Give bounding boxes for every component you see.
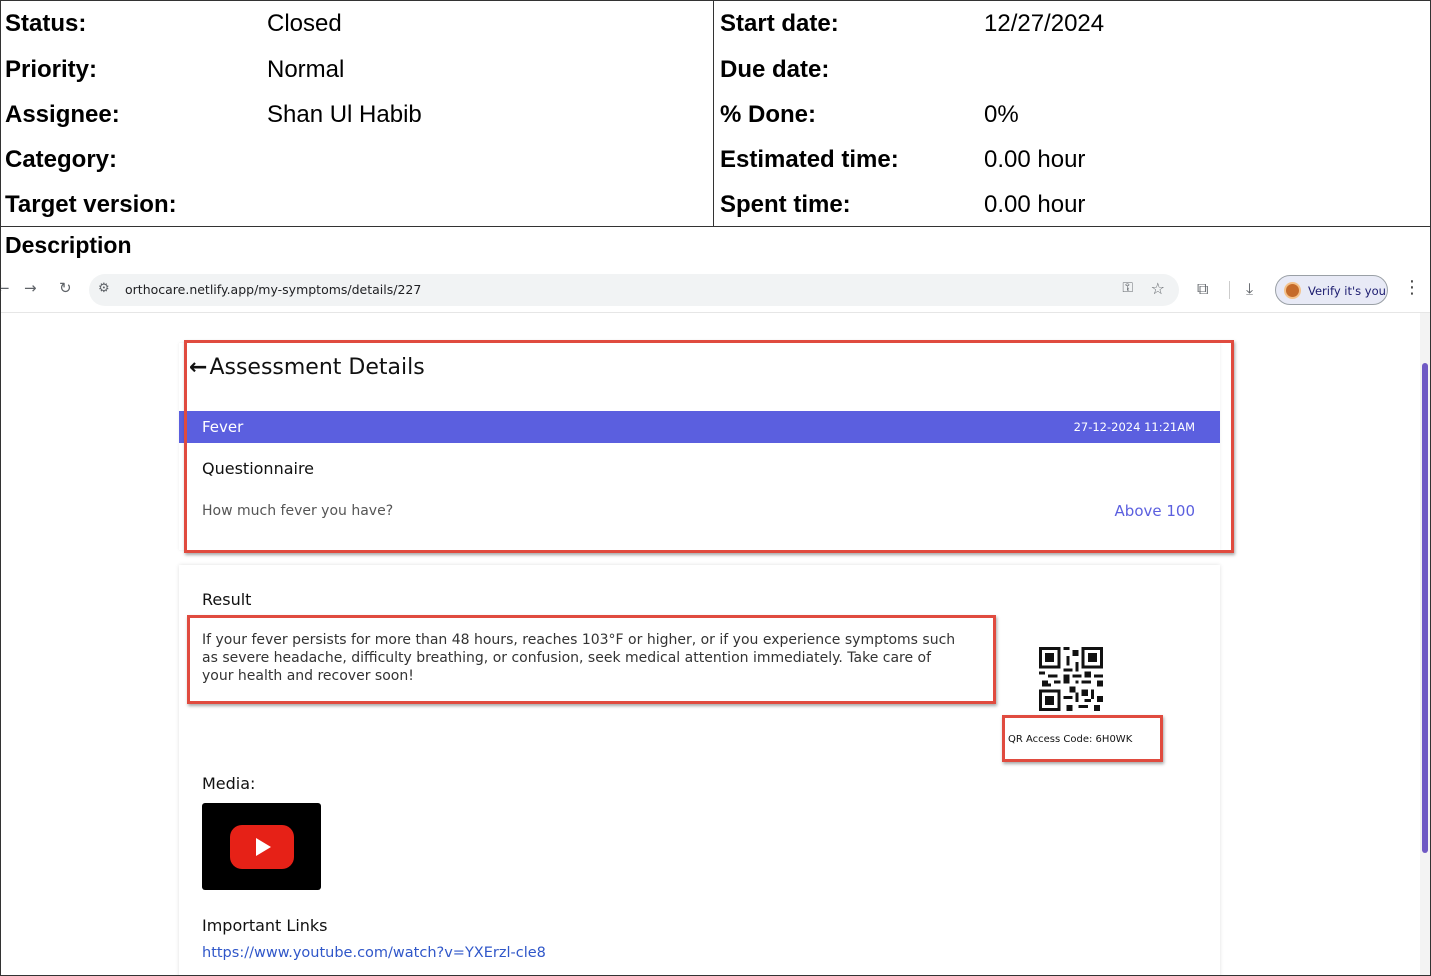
attr-label: Status: <box>5 10 87 37</box>
description-heading: Description <box>0 227 1431 267</box>
attr-row-estimated-time: Estimated time: 0.00 hour <box>714 137 1430 182</box>
attr-row-spent-time: Spent time: 0.00 hour <box>714 182 1430 227</box>
annotation-box-assessment <box>184 340 1234 553</box>
attr-label: Priority: <box>5 55 98 83</box>
media-title: Media: <box>202 774 256 793</box>
attr-label: Target version: <box>5 190 177 218</box>
browser-toolbar: ← → ↻ ⚙ orthocare.netlify.app/my-symptom… <box>1 267 1430 313</box>
attributes-right-column: Start date: 12/27/2024 Due date: % Done:… <box>714 1 1430 226</box>
download-icon[interactable]: ⤓ <box>1246 279 1253 299</box>
avatar <box>1284 282 1301 299</box>
attr-row-status: Status: Closed <box>1 1 713 47</box>
issue-attributes-table: Status: Closed Priority: Normal Assignee… <box>0 0 1431 227</box>
more-menu-icon[interactable]: ⋮ <box>1403 277 1421 298</box>
attr-value: Normal <box>267 55 345 83</box>
attr-row-priority: Priority: Normal <box>1 47 713 92</box>
youtube-link[interactable]: https://www.youtube.com/watch?v=YXErzl-c… <box>202 945 546 961</box>
attr-label: Due date: <box>720 55 830 83</box>
reload-icon[interactable]: ↻ <box>59 279 72 297</box>
key-icon[interactable]: ⚿ <box>1122 280 1133 296</box>
back-arrow-icon[interactable]: ← <box>1 279 10 297</box>
verify-profile-button[interactable]: Verify it's you <box>1275 275 1388 305</box>
scrollbar[interactable] <box>1420 313 1430 975</box>
attr-row-category: Category: <box>1 137 713 182</box>
attr-label: Category: <box>5 145 118 173</box>
attr-label: Assignee: <box>5 100 120 128</box>
annotation-box-qr-code <box>1002 715 1163 762</box>
scrollbar-thumb[interactable] <box>1422 363 1428 853</box>
bookmark-star-icon[interactable]: ☆ <box>1151 279 1165 298</box>
attr-row-due-date: Due date: <box>714 47 1430 92</box>
attr-row-assignee: Assignee: Shan Ul Habib <box>1 92 713 137</box>
attr-row-start-date: Start date: 12/27/2024 <box>714 1 1430 47</box>
attr-label: % Done: <box>720 100 816 128</box>
attr-value: 0.00 hour <box>984 145 1086 173</box>
url-text[interactable]: orthocare.netlify.app/my-symptoms/detail… <box>125 282 421 297</box>
result-title: Result <box>202 590 252 609</box>
important-links-title: Important Links <box>202 916 328 935</box>
qr-code-image <box>1039 647 1103 711</box>
attributes-left-column: Status: Closed Priority: Normal Assignee… <box>1 1 714 226</box>
annotation-box-result <box>187 615 996 704</box>
site-settings-icon[interactable]: ⚙ <box>98 281 110 296</box>
attr-label: Spent time: <box>720 190 851 218</box>
verify-label: Verify it's you <box>1308 284 1386 298</box>
attr-row-target-version: Target version: <box>1 182 713 227</box>
attr-label: Estimated time: <box>720 145 899 173</box>
attr-label: Start date: <box>720 10 839 37</box>
attr-value: 0% <box>984 100 1019 128</box>
attr-value: 0.00 hour <box>984 190 1086 218</box>
attr-value: Closed <box>267 10 342 37</box>
video-thumbnail[interactable] <box>202 803 321 890</box>
description-screenshot: ← → ↻ ⚙ orthocare.netlify.app/my-symptom… <box>0 267 1431 976</box>
attr-value: 12/27/2024 <box>984 10 1105 37</box>
extensions-icon[interactable]: ⧉ <box>1197 279 1208 299</box>
youtube-play-icon[interactable] <box>230 825 294 869</box>
address-bar[interactable]: ⚙ orthocare.netlify.app/my-symptoms/deta… <box>89 274 1179 306</box>
assignee-link[interactable]: Shan Ul Habib <box>267 101 422 129</box>
attr-row-done: % Done: 0% <box>714 92 1430 137</box>
forward-arrow-icon[interactable]: → <box>24 279 37 297</box>
toolbar-divider <box>1229 281 1230 299</box>
